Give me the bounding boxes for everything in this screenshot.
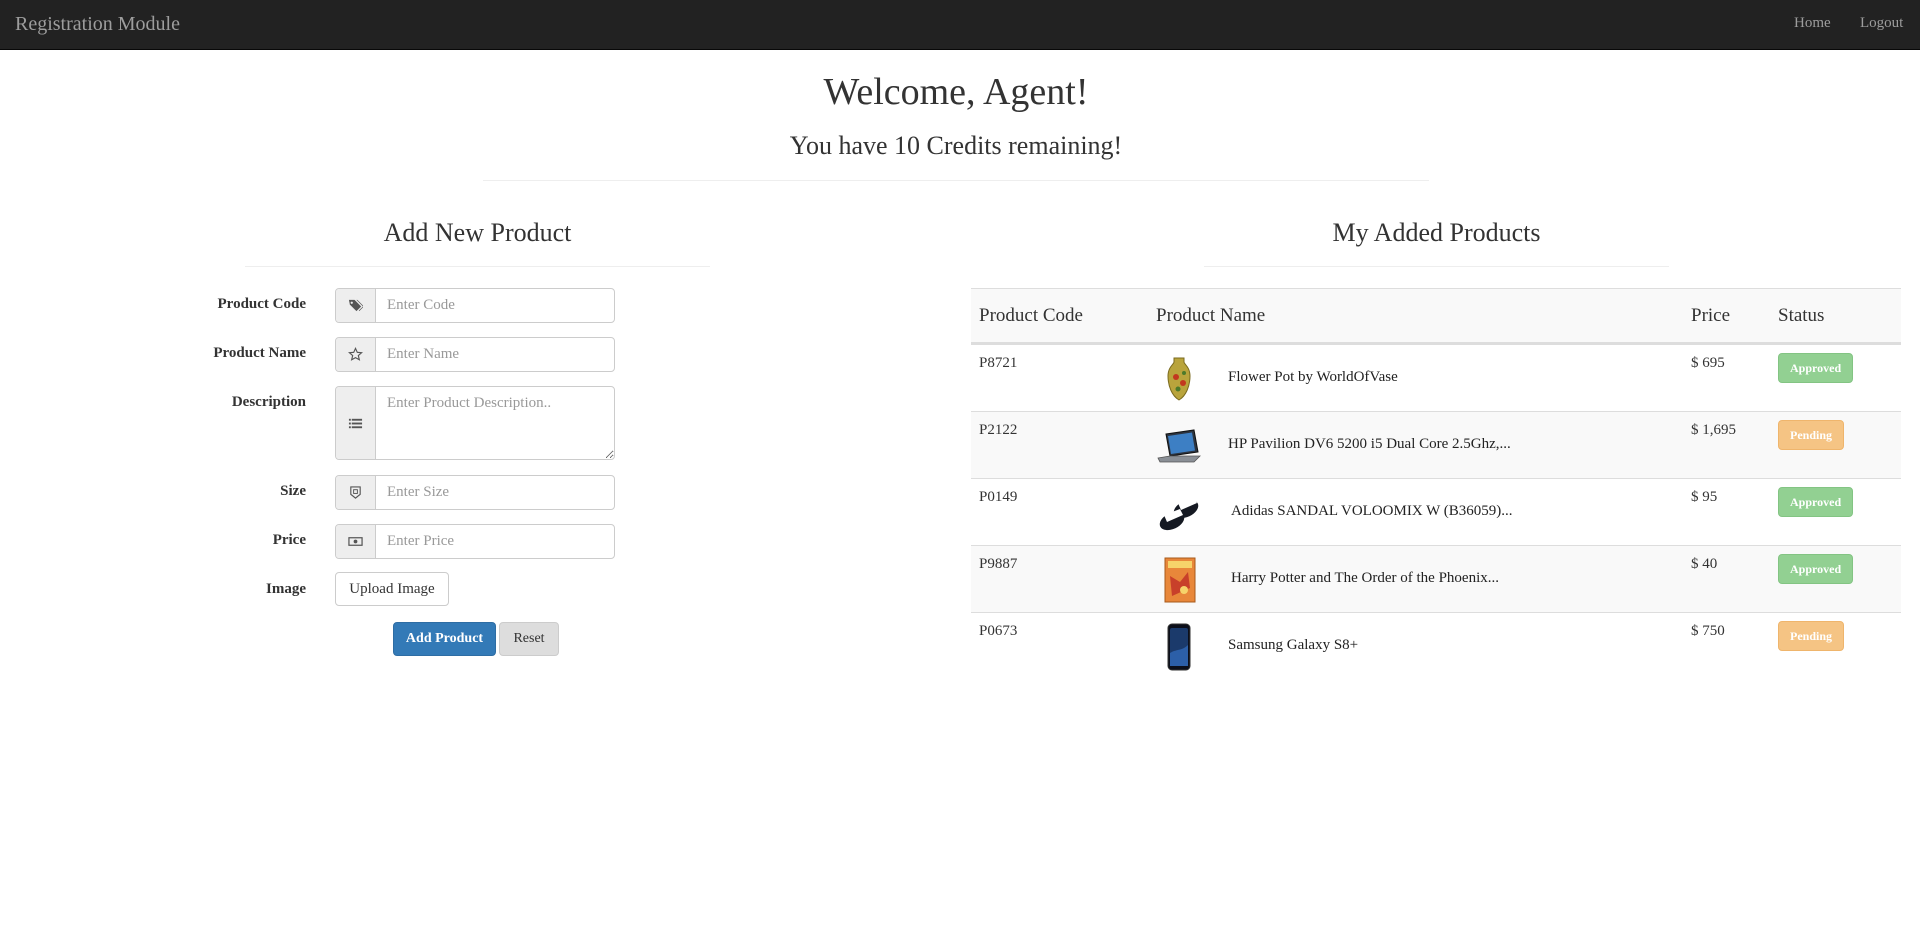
add-product-button[interactable]: Add Product [393,622,496,656]
nav-logout-link[interactable]: Logout [1860,15,1903,32]
divider [245,266,710,267]
size-group [335,475,615,510]
nav-home-link[interactable]: Home [1794,15,1831,32]
table-header: Product Code Product Name Price Status [971,288,1901,344]
welcome-heading: Welcome, Agent! [823,71,1089,113]
star-icon [336,338,376,371]
product-code-group [335,288,615,323]
size-input[interactable] [376,476,614,509]
description-textarea[interactable] [376,387,614,459]
product-price-cell: $ 695 [1691,355,1725,371]
product-price-cell: $ 1,695 [1691,422,1736,438]
status-badge: Pending [1778,420,1845,450]
column-header-price: Price [1691,305,1731,326]
table-row: P2122 HP Pavilion DV6 5200 i5 Dual Core … [971,411,1901,478]
table-row: P0149 Adidas SANDAL VOLOOMIX W (B36059).… [971,478,1901,545]
product-price-cell: $ 95 [1691,489,1718,505]
money-icon [336,525,376,558]
product-code-cell: P9887 [979,556,1018,572]
status-badge: Approved [1778,554,1854,584]
status-badge: Approved [1778,353,1854,383]
product-name-cell: Samsung Galaxy S8+ [1228,637,1359,653]
product-code-cell: P0149 [979,489,1018,505]
upload-image-button[interactable]: Upload Image [335,572,449,606]
product-code-cell: P8721 [979,355,1018,371]
navbar: Registration Module Home Logout [0,0,1920,50]
divider [483,180,1429,181]
product-name-cell: HP Pavilion DV6 5200 i5 Dual Core 2.5Ghz… [1228,436,1511,452]
list-icon [336,387,376,459]
column-header-status: Status [1778,305,1825,326]
description-group [335,386,615,460]
product-price-cell: $ 40 [1691,556,1718,572]
price-group [335,524,615,559]
product-code-cell: P0673 [979,623,1018,639]
product-code-cell: P2122 [979,422,1018,438]
tags-icon [336,289,376,322]
product-name-cell: Adidas SANDAL VOLOOMIX W (B36059)... [1231,503,1513,519]
book-thumbnail [1164,557,1196,603]
table-row: P8721 Flower Pot by WorldOfVase $ 695 Ap… [971,344,1901,411]
divider [1204,266,1669,267]
credits-text: You have 10 Credits remaining! [789,131,1123,160]
brand-link[interactable]: Registration Module [15,13,180,36]
product-name-group [335,337,615,372]
product-name-input[interactable] [376,338,614,371]
image-label: Image [266,581,306,597]
column-header-code: Product Code [979,305,1083,326]
product-code-input[interactable] [376,289,614,322]
status-badge: Pending [1778,621,1845,651]
table-row: P0673 Samsung Galaxy S8+ $ 750 Pending [971,612,1901,679]
phone-thumbnail [1167,623,1191,671]
product-name-label: Product Name [213,345,306,361]
my-products-title: My Added Products [1332,218,1541,247]
size-label: Size [280,483,306,499]
sandal-thumbnail [1159,497,1199,531]
vase-thumbnail [1167,357,1191,401]
price-input[interactable] [376,525,614,558]
product-price-cell: $ 750 [1691,623,1725,639]
product-name-cell: Harry Potter and The Order of the Phoeni… [1231,570,1499,586]
size-icon [336,476,376,509]
laptop-thumbnail [1157,429,1201,463]
status-badge: Approved [1778,487,1854,517]
description-label: Description [231,394,306,410]
column-header-name: Product Name [1156,305,1266,326]
reset-button[interactable]: Reset [499,622,559,656]
product-name-cell: Flower Pot by WorldOfVase [1228,369,1398,385]
product-code-label: Product Code [217,296,306,312]
table-row: P9887 Harry Potter and The Order of the … [971,545,1901,612]
add-product-title: Add New Product [383,218,572,247]
price-label: Price [272,532,306,548]
